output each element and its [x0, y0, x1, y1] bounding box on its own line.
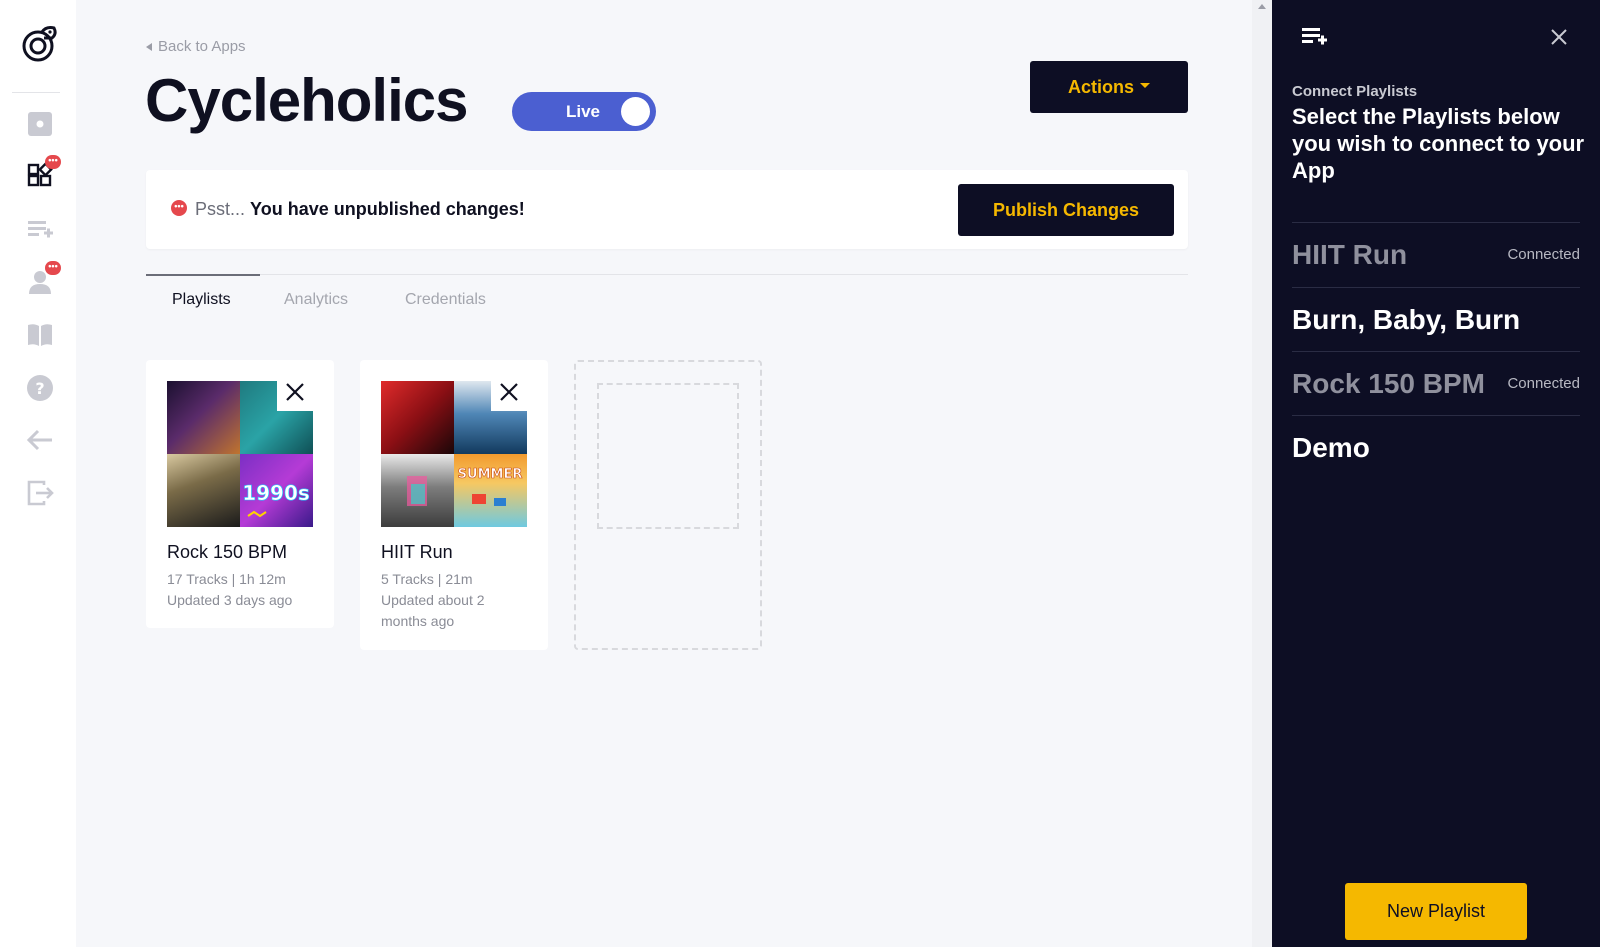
panel-playlist-item[interactable]: Demo — [1292, 415, 1580, 479]
panel-playlist-name: HIIT Run — [1292, 238, 1408, 270]
notice-text: Psst... You have unpublished changes! — [195, 199, 525, 220]
playlist-meta: 17 Tracks | 1h 12m Updated 3 days ago — [167, 569, 317, 611]
playlist-name: Rock 150 BPM — [167, 542, 288, 562]
playlist-meta: 5 Tracks | 21m Updated about 2 months ag… — [381, 569, 531, 632]
active-tab-indicator — [146, 274, 260, 276]
rail-help-icon[interactable]: ? — [25, 373, 55, 403]
playlist-card[interactable]: SUMMER HIIT Run 5 Tracks | 21m Updated a… — [360, 360, 548, 650]
rail-back-arrow-icon[interactable] — [25, 425, 55, 455]
new-playlist-button[interactable]: New Playlist — [1345, 883, 1527, 940]
left-nav-rail: ••• ••• ? — [0, 0, 76, 947]
back-to-apps-label: Back to Apps — [158, 38, 246, 55]
playlist-updated: Updated 3 days ago — [167, 592, 293, 608]
playlist-add-icon — [1300, 24, 1328, 53]
notice-message: You have unpublished changes! — [250, 199, 525, 219]
playlist-name: HIIT Run — [381, 542, 453, 562]
playlist-track-info: 17 Tracks | 1h 12m — [167, 571, 286, 587]
connected-status: Connected — [1507, 375, 1580, 392]
remove-playlist-close-icon[interactable] — [277, 373, 313, 411]
rail-apps-icon[interactable]: ••• — [25, 155, 61, 191]
panel-playlist-item[interactable]: Burn, Baby, Burn — [1292, 287, 1580, 351]
live-status-toggle[interactable]: Live — [512, 92, 656, 131]
notice-prefix: Psst... — [195, 199, 246, 219]
add-playlist-placeholder — [597, 383, 739, 529]
rail-divider — [12, 92, 60, 93]
playlist-updated: Updated about 2 months ago — [381, 592, 485, 629]
panel-playlist-item[interactable]: Rock 150 BPM Connected — [1292, 351, 1580, 415]
actions-dropdown-button[interactable]: Actions — [1030, 61, 1188, 113]
page-title: Cycleholics — [145, 67, 468, 134]
rail-users-icon[interactable]: ••• — [25, 261, 61, 297]
live-toggle-label: Live — [566, 102, 601, 121]
remove-playlist-close-icon[interactable] — [491, 373, 527, 411]
users-notification-badge: ••• — [45, 261, 61, 275]
tab-analytics[interactable]: Analytics — [284, 291, 348, 309]
apps-notification-badge: ••• — [45, 155, 61, 169]
chevron-down-icon — [1140, 83, 1150, 88]
playlist-card[interactable]: 1990s Rock 150 BPM 17 Tracks | 1h 12m Up… — [146, 360, 334, 628]
tab-playlists[interactable]: Playlists — [172, 291, 231, 309]
rail-playlist-add-icon[interactable] — [25, 214, 55, 244]
main-content: Back to Apps Cycleholics Live Actions ••… — [76, 0, 1252, 947]
back-caret-icon — [146, 42, 152, 51]
tab-bar: Playlists Analytics Credentials — [146, 274, 1188, 322]
svg-text:1990s: 1990s — [242, 481, 310, 505]
back-to-apps-link[interactable]: Back to Apps — [146, 38, 246, 55]
scrollbar[interactable] — [1252, 0, 1272, 947]
svg-text:SUMMER: SUMMER — [458, 467, 523, 482]
connected-status: Connected — [1507, 246, 1580, 263]
rail-dashboard-icon[interactable] — [25, 109, 55, 139]
rail-docs-book-icon[interactable] — [25, 320, 55, 350]
panel-playlist-name: Burn, Baby, Burn — [1292, 303, 1521, 335]
add-playlist-slot[interactable] — [574, 360, 762, 650]
svg-text:?: ? — [35, 379, 44, 398]
close-panel-icon[interactable] — [1550, 28, 1568, 51]
panel-playlist-name: Demo — [1292, 431, 1370, 463]
app-logo-icon[interactable] — [22, 24, 58, 62]
publish-changes-button[interactable]: Publish Changes — [958, 184, 1174, 236]
panel-heading: Select the Playlists below you wish to c… — [1292, 104, 1585, 183]
playlist-track-info: 5 Tracks | 21m — [381, 571, 473, 587]
rail-logout-icon[interactable] — [25, 478, 55, 508]
panel-playlist-item[interactable]: HIIT Run Connected — [1292, 222, 1580, 286]
toggle-knob — [621, 97, 650, 126]
unpublished-changes-notice: ••• Psst... You have unpublished changes… — [146, 170, 1188, 249]
connect-playlists-panel: Connect Playlists Select the Playlists b… — [1272, 0, 1600, 947]
tab-credentials[interactable]: Credentials — [405, 291, 486, 309]
actions-label: Actions — [1067, 76, 1134, 97]
panel-playlist-name: Rock 150 BPM — [1292, 367, 1485, 399]
panel-subtitle: Connect Playlists — [1292, 83, 1418, 100]
alert-dot-icon: ••• — [171, 200, 187, 216]
scroll-up-arrow-icon[interactable] — [1258, 4, 1266, 9]
